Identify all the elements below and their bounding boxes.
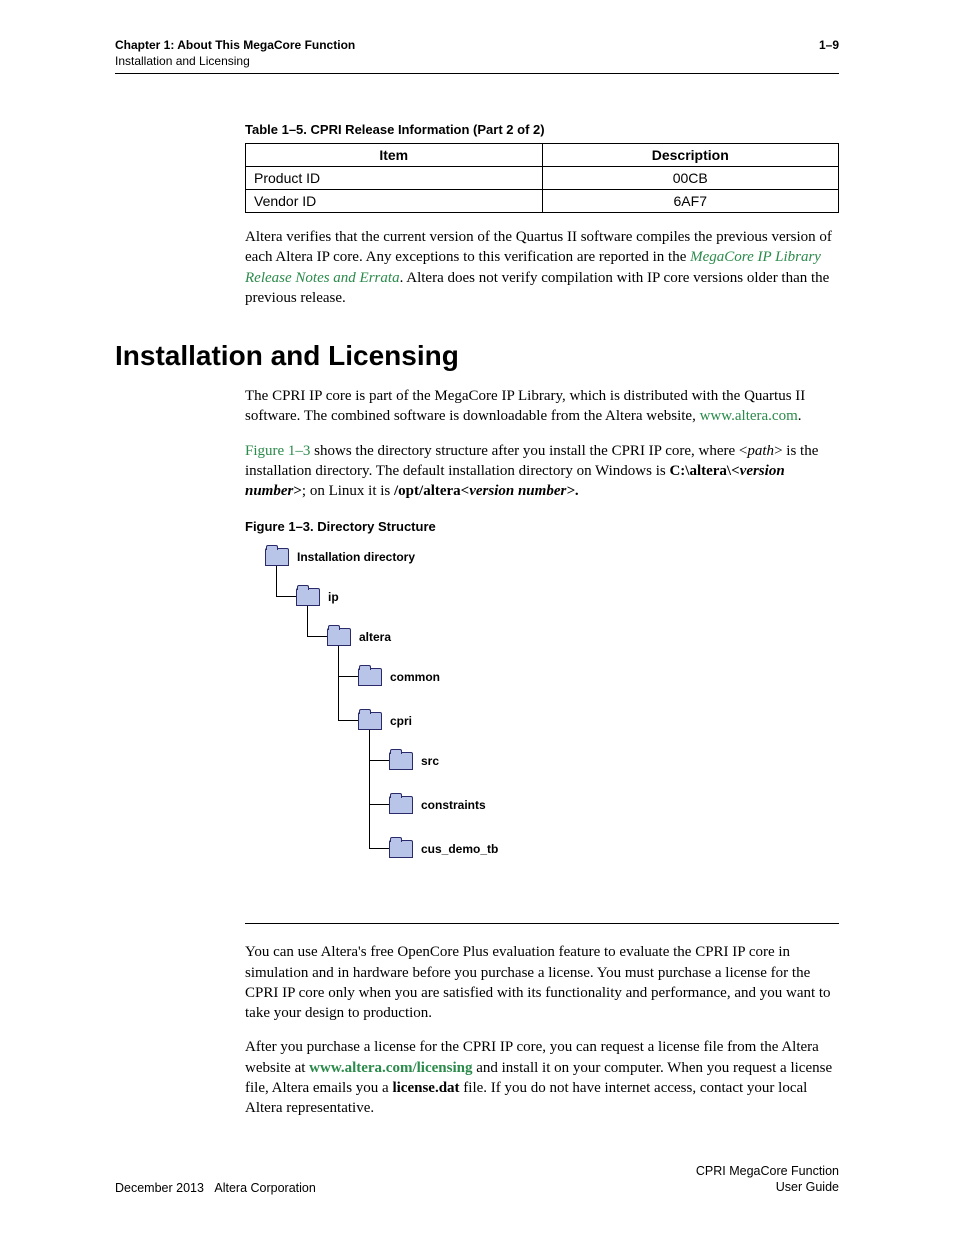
node-label: cus_demo_tb	[421, 842, 498, 856]
tree-connector	[369, 760, 389, 761]
node-label: cpri	[390, 714, 412, 728]
link-altera[interactable]: www.altera.com	[700, 408, 798, 424]
tree-connector	[369, 730, 370, 848]
node-label: ip	[328, 590, 339, 604]
path-var: path	[747, 443, 774, 459]
tree-connector	[276, 596, 296, 597]
footer-left: December 2013 Altera Corporation	[115, 1181, 316, 1195]
td-desc: 00CB	[542, 167, 839, 190]
tree-node: src	[389, 752, 439, 770]
release-info-table: Item Description Product ID 00CB Vendor …	[245, 143, 839, 213]
figure-ref[interactable]: Figure 1–3	[245, 443, 310, 459]
node-label: altera	[359, 630, 391, 644]
paragraph: After you purchase a license for the CPR…	[245, 1037, 839, 1118]
td-item: Product ID	[246, 167, 543, 190]
paragraph: You can use Altera's free OpenCore Plus …	[245, 942, 839, 1023]
td-item: Vendor ID	[246, 190, 543, 213]
tree-connector	[307, 636, 327, 637]
tree-connector	[276, 566, 277, 596]
table-row: Vendor ID 6AF7	[246, 190, 839, 213]
folder-icon	[265, 548, 289, 566]
folder-icon	[389, 796, 413, 814]
page-header: Chapter 1: About This MegaCore Function …	[115, 38, 839, 74]
tree-node: constraints	[389, 796, 486, 814]
text: ; on Linux it is	[302, 483, 394, 499]
footer-doc-title: CPRI MegaCore Function	[696, 1163, 839, 1179]
link-licensing[interactable]: www.altera.com/licensing	[309, 1060, 472, 1076]
td-desc: 6AF7	[542, 190, 839, 213]
tree-connector	[338, 720, 358, 721]
folder-icon	[389, 752, 413, 770]
footer-date: December 2013	[115, 1181, 204, 1195]
path-linux: /opt/altera<version number>.	[394, 483, 579, 499]
node-label: src	[421, 754, 439, 768]
tree-connector	[338, 646, 339, 720]
folder-icon	[296, 588, 320, 606]
th-item: Item	[246, 144, 543, 167]
tree-node: Installation directory	[265, 548, 415, 566]
th-desc: Description	[542, 144, 839, 167]
node-label: Installation directory	[297, 550, 415, 564]
figure-end-rule	[245, 923, 839, 924]
footer-doc-sub: User Guide	[696, 1179, 839, 1195]
folder-icon	[358, 668, 382, 686]
node-label: common	[390, 670, 440, 684]
doc-page: Chapter 1: About This MegaCore Function …	[0, 0, 954, 1235]
tree-connector	[307, 606, 308, 636]
text: >	[774, 443, 782, 459]
tree-connector	[369, 804, 389, 805]
tree-node: ip	[296, 588, 339, 606]
header-page-number: 1–9	[819, 38, 839, 69]
figure-caption: Figure 1–3. Directory Structure	[245, 519, 839, 534]
table-row: Product ID 00CB	[246, 167, 839, 190]
tree-connector	[338, 676, 358, 677]
page-footer: December 2013 Altera Corporation CPRI Me…	[115, 1163, 839, 1196]
text: shows the directory structure after you …	[310, 443, 739, 459]
header-chapter: Chapter 1: About This MegaCore Function	[115, 38, 355, 54]
table-head-row: Item Description	[246, 144, 839, 167]
tree-node: cus_demo_tb	[389, 840, 498, 858]
tree-node: common	[358, 668, 440, 686]
folder-icon	[389, 840, 413, 858]
folder-icon	[358, 712, 382, 730]
paragraph: Altera verifies that the current version…	[245, 227, 839, 308]
footer-right: CPRI MegaCore Function User Guide	[696, 1163, 839, 1196]
tree-node: cpri	[358, 712, 412, 730]
directory-tree: Installation directory ip altera common …	[265, 548, 839, 903]
tree-connector	[369, 848, 389, 849]
section-heading: Installation and Licensing	[115, 340, 839, 372]
text: .	[798, 408, 802, 424]
header-section: Installation and Licensing	[115, 54, 355, 70]
tree-node: altera	[327, 628, 391, 646]
node-label: constraints	[421, 798, 486, 812]
folder-icon	[327, 628, 351, 646]
paragraph: The CPRI IP core is part of the MegaCore…	[245, 386, 839, 427]
content-block-1: Table 1–5. CPRI Release Information (Par…	[245, 122, 839, 308]
license-file-name: license.dat	[392, 1080, 459, 1096]
content-block-2: The CPRI IP core is part of the MegaCore…	[245, 386, 839, 1118]
footer-org: Altera Corporation	[214, 1181, 315, 1195]
header-left: Chapter 1: About This MegaCore Function …	[115, 38, 355, 69]
paragraph: Figure 1–3 shows the directory structure…	[245, 441, 839, 502]
table-caption: Table 1–5. CPRI Release Information (Par…	[245, 122, 839, 137]
